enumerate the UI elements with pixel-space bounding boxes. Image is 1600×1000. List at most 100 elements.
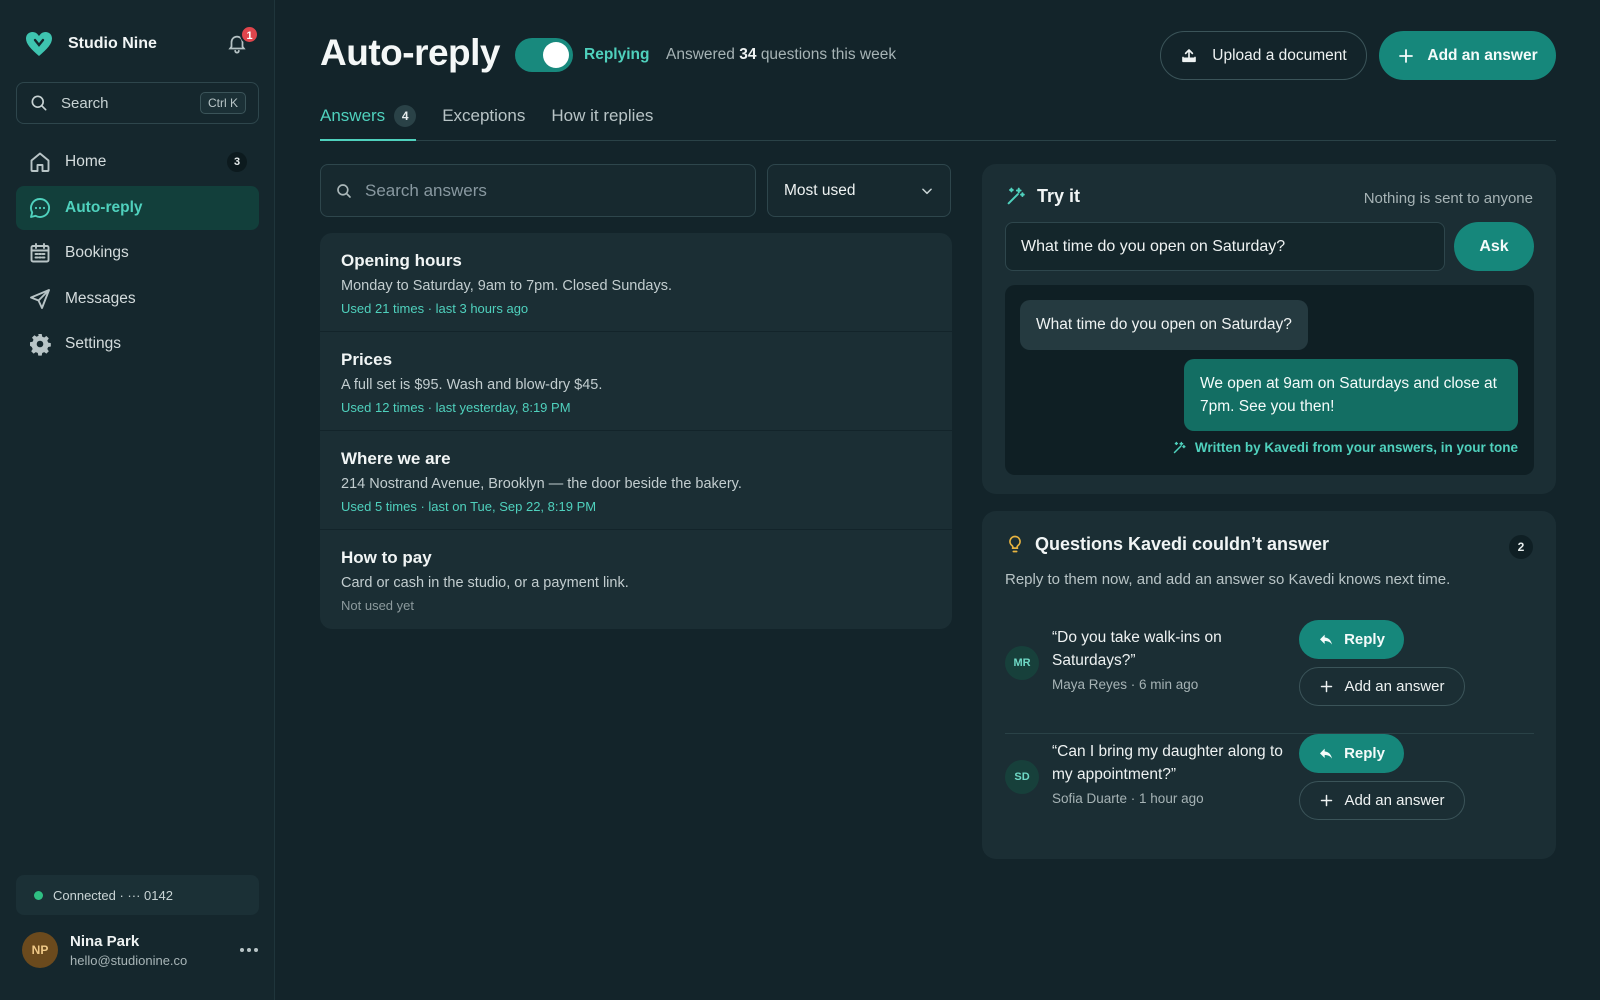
tab-answers[interactable]: Answers 4 (320, 103, 417, 141)
search-shortcut-hint: Ctrl K (200, 92, 246, 114)
unanswered-question-row: SD “Can I bring my daughter along to my … (1005, 734, 1534, 839)
magic-wand-icon (1005, 185, 1027, 207)
connection-status-text: Connected · ··· 0142 (53, 887, 173, 903)
try-it-title: Try it (1037, 185, 1081, 206)
plus-icon (1397, 47, 1415, 65)
answer-item[interactable]: How to pay Card or cash in the studio, o… (320, 530, 952, 629)
reply-arrow-icon (1318, 632, 1334, 648)
unanswered-header: Questions Kavedi couldn’t answer (1005, 533, 1329, 555)
search-icon (29, 93, 49, 113)
sidebar-item-label: Bookings (65, 244, 129, 262)
answer-item[interactable]: Opening hours Monday to Saturday, 9am to… (320, 233, 952, 332)
user-profile[interactable]: NP Nina Park hello@studionine.co (22, 930, 259, 970)
sidebar-item-bookings[interactable]: Bookings (16, 231, 259, 275)
answer-usage: Used 5 times · last on Tue, Sep 22, 8:19… (341, 499, 597, 514)
auto-reply-bubble: We open at 9am on Saturdays and close at… (1184, 359, 1518, 431)
try-it-header: Try it (1005, 185, 1080, 207)
try-it-input[interactable] (1005, 222, 1445, 271)
answer-body: Card or cash in the studio, or a payment… (341, 575, 629, 591)
add-answer-label: Add an answer (1344, 792, 1445, 809)
chevron-down-icon (920, 184, 934, 198)
question-text: “Do you take walk-ins on Saturdays?” (1052, 629, 1222, 669)
brand[interactable]: Studio Nine (24, 28, 157, 60)
answer-title: Prices (341, 350, 393, 369)
reply-button[interactable]: Reply (1299, 734, 1404, 773)
sidebar-item-label: Settings (65, 335, 122, 353)
tab-exceptions[interactable]: Exceptions (442, 103, 525, 141)
connection-status[interactable]: Connected · ··· 0142 (16, 875, 259, 915)
answers-list: Opening hours Monday to Saturday, 9am to… (320, 233, 952, 629)
written-by-note: Written by Kavedi from your answers, in … (1172, 440, 1518, 455)
reply-arrow-icon (1318, 746, 1334, 762)
tab-bar: Answers 4 Exceptions How it replies (320, 103, 1556, 141)
answered-suffix: questions this week (760, 46, 897, 63)
chat-preview: What time do you open on Saturday? We op… (1005, 285, 1534, 475)
answer-item[interactable]: Where we are 214 Nostrand Avenue, Brookl… (320, 431, 952, 530)
toggle-knob (543, 42, 569, 68)
sidebar-search[interactable]: Search Ctrl K (16, 82, 259, 124)
answer-title: Where we are (341, 449, 451, 468)
sidebar-item-home[interactable]: Home 3 (16, 140, 259, 184)
sidebar-item-auto-reply[interactable]: Auto-reply (16, 185, 259, 230)
ask-button[interactable]: Ask (1454, 222, 1534, 271)
tab-label: Exceptions (442, 106, 526, 125)
brand-name: Studio Nine (68, 35, 157, 52)
status-dot (34, 890, 43, 900)
more-options-icon[interactable] (239, 947, 259, 953)
avatar: NP (22, 932, 58, 968)
sidebar-item-settings[interactable]: Settings (16, 322, 259, 366)
answer-usage: Not used yet (341, 598, 414, 613)
answered-prefix: Answered (666, 46, 735, 63)
add-answer-label: Add an answer (1427, 46, 1538, 64)
lightbulb-icon (1005, 533, 1025, 555)
sort-value: Most used (784, 181, 856, 199)
question-meta: Sofia Duarte · 1 hour ago (1052, 791, 1204, 806)
unanswered-questions-panel: Questions Kavedi couldn’t answer 2 Reply… (982, 511, 1556, 859)
answer-item[interactable]: Prices A full set is $95. Wash and blow-… (320, 332, 952, 431)
unanswered-subtitle: Reply to them now, and add an answer so … (1005, 571, 1451, 588)
answer-title: Opening hours (341, 251, 462, 270)
sidebar-item-label: Home (65, 153, 107, 170)
plus-icon (1319, 793, 1334, 808)
add-answer-button[interactable]: Add an answer (1299, 667, 1465, 706)
sidebar-item-messages[interactable]: Messages (16, 277, 259, 321)
sidebar-item-label: Auto-reply (65, 198, 143, 216)
add-answer-button[interactable]: Add an answer (1299, 781, 1465, 820)
reply-button[interactable]: Reply (1299, 620, 1404, 659)
add-answer-button[interactable]: Add an answer (1379, 31, 1556, 80)
sidebar-item-label: Messages (65, 289, 136, 307)
answer-body: A full set is $95. Wash and blow-dry $45… (341, 377, 603, 393)
upload-icon (1180, 47, 1198, 65)
unanswered-title: Questions Kavedi couldn’t answer (1035, 533, 1330, 554)
calendar-icon (28, 241, 52, 265)
sort-select[interactable]: Most used (767, 164, 951, 217)
avatar: SD (1005, 760, 1039, 794)
plus-icon (1319, 679, 1334, 694)
answer-title: How to pay (341, 548, 432, 567)
answers-search-input[interactable] (365, 180, 735, 201)
sidebar-nav: Home 3 Auto-reply Bookings Messages Sett… (16, 140, 259, 368)
reply-label: Reply (1344, 745, 1385, 762)
try-it-note: Nothing is sent to anyone (1363, 190, 1533, 207)
send-icon (28, 287, 52, 311)
add-answer-label: Add an answer (1344, 678, 1445, 695)
magic-wand-icon (1172, 440, 1187, 455)
chat-bubble-icon (28, 196, 52, 220)
replying-toggle[interactable] (515, 38, 573, 72)
reply-label: Reply (1344, 631, 1385, 648)
tab-count-badge: 4 (394, 105, 417, 127)
answered-stat: Answered 34 questions this week (666, 46, 896, 64)
user-email: hello@studionine.co (70, 952, 188, 968)
avatar: MR (1005, 646, 1039, 680)
heart-logo-icon (24, 29, 54, 59)
answers-search[interactable] (320, 164, 756, 217)
answer-body: Monday to Saturday, 9am to 7pm. Closed S… (341, 278, 672, 294)
upload-document-button[interactable]: Upload a document (1160, 31, 1367, 80)
tab-label: Answers (320, 106, 386, 125)
answer-usage: Used 21 times · last 3 hours ago (341, 301, 529, 316)
unanswered-count-badge: 2 (1509, 535, 1533, 559)
try-it-panel: Try it Nothing is sent to anyone Ask Wha… (982, 164, 1556, 494)
sidebar-search-label: Search (61, 94, 109, 112)
answered-count: 34 (739, 46, 757, 63)
tab-how-it-replies[interactable]: How it replies (551, 103, 653, 141)
